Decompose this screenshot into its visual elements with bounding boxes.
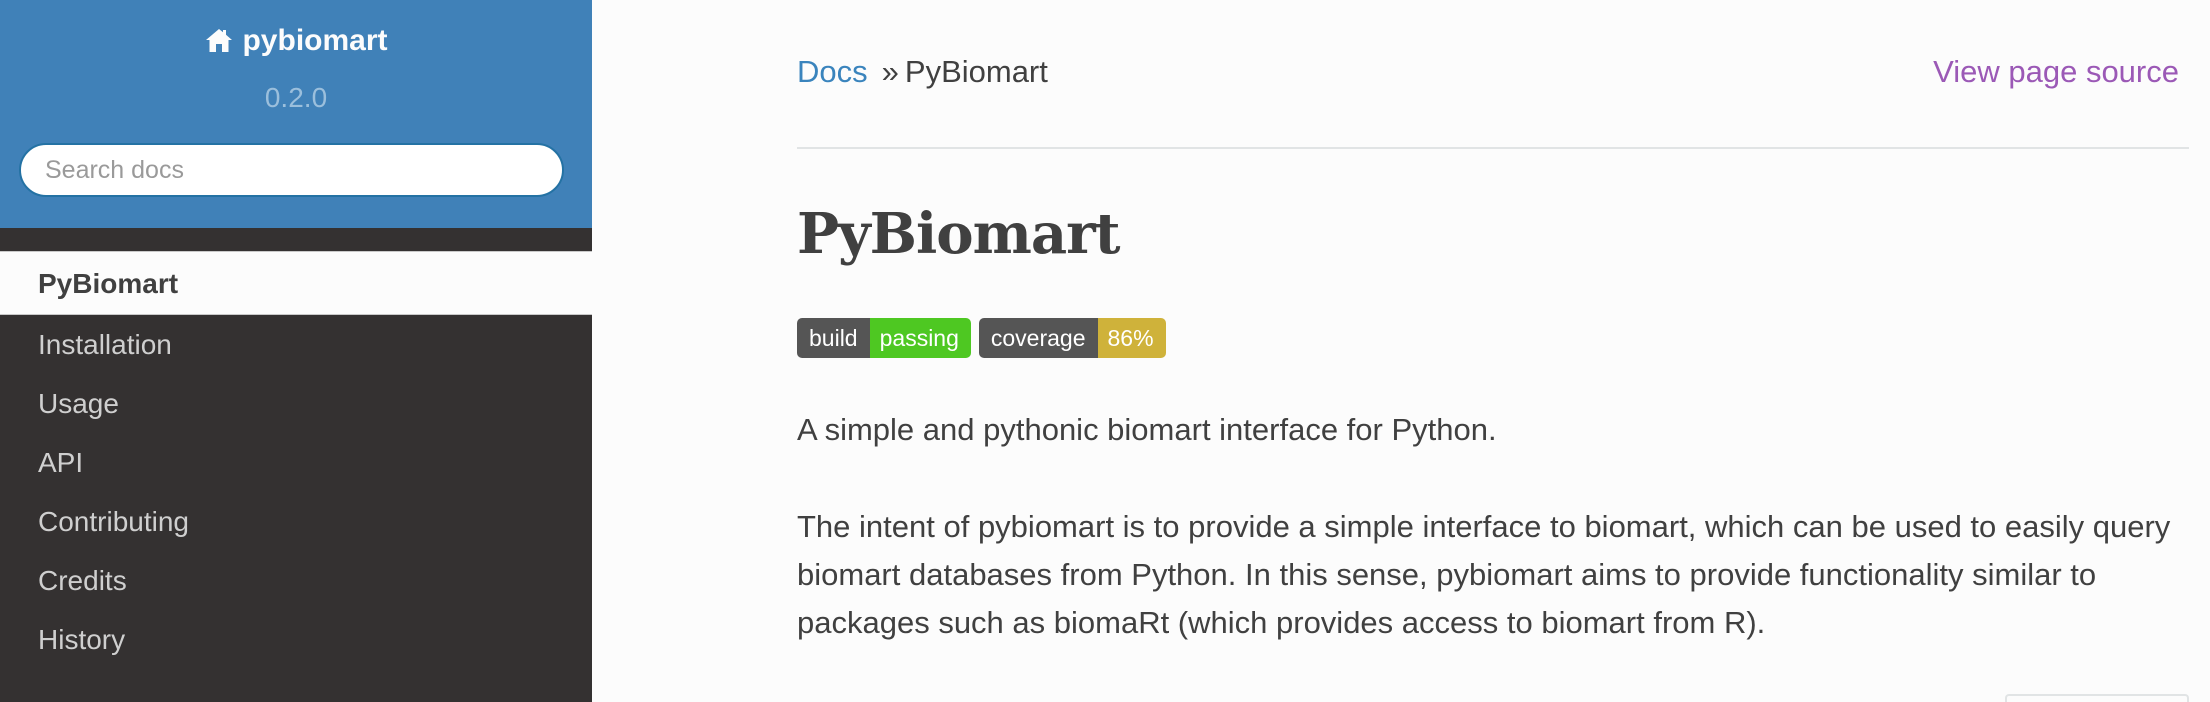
sidebar-item-history[interactable]: History (0, 610, 592, 669)
coverage-badge[interactable]: coverage 86% (978, 318, 1166, 358)
page-title: PyBiomart (797, 201, 1121, 267)
sidebar-header: pybiomart 0.2.0 (0, 0, 592, 228)
home-icon (204, 27, 234, 53)
main-content: Docs» PyBiomart View page source PyBiomar… (797, 0, 2189, 702)
version-label: 0.2.0 (264, 82, 328, 113)
badge-value: 86% (1097, 318, 1166, 358)
sidebar-item-credits[interactable]: Credits (0, 551, 592, 610)
sidebar-item-pybiomart[interactable]: PyBiomart (0, 251, 592, 315)
breadcrumb-separator: » (881, 54, 899, 89)
breadcrumb-docs-link[interactable]: Docs (797, 54, 868, 89)
view-page-source-link[interactable]: View page source (1933, 50, 2179, 94)
docs-page: pybiomart 0.2.0 PyBiomart Installation U… (0, 0, 2210, 702)
project-name: pybiomart (242, 24, 388, 57)
code-block-edge (2005, 694, 2189, 702)
breadcrumb: Docs » PyBiomart View page source (797, 50, 2189, 94)
sidebar-item-api[interactable]: API (0, 433, 592, 492)
sidebar: pybiomart 0.2.0 PyBiomart Installation U… (0, 0, 592, 702)
badge-value: passing (869, 318, 971, 358)
badge-label: coverage (978, 318, 1098, 358)
sidebar-item-installation[interactable]: Installation (0, 315, 592, 374)
badge-label: build (797, 318, 870, 358)
project-home-link[interactable]: pybiomart (0, 20, 592, 62)
search-input[interactable] (19, 143, 564, 197)
sidebar-item-usage[interactable]: Usage (0, 374, 592, 433)
breadcrumb-current: PyBiomart (904, 54, 1048, 89)
description-paragraph: The intent of pybiomart is to provide a … (797, 509, 2171, 640)
sidebar-nav: PyBiomart Installation Usage API Contrib… (0, 251, 592, 669)
build-status-badge[interactable]: build passing (797, 318, 971, 358)
header-divider (797, 147, 2189, 149)
sidebar-item-contributing[interactable]: Contributing (0, 492, 592, 551)
intro-paragraph: A simple and pythonic biomart interface … (797, 412, 1497, 447)
badge-row: build passing coverage 86% (797, 318, 1166, 358)
